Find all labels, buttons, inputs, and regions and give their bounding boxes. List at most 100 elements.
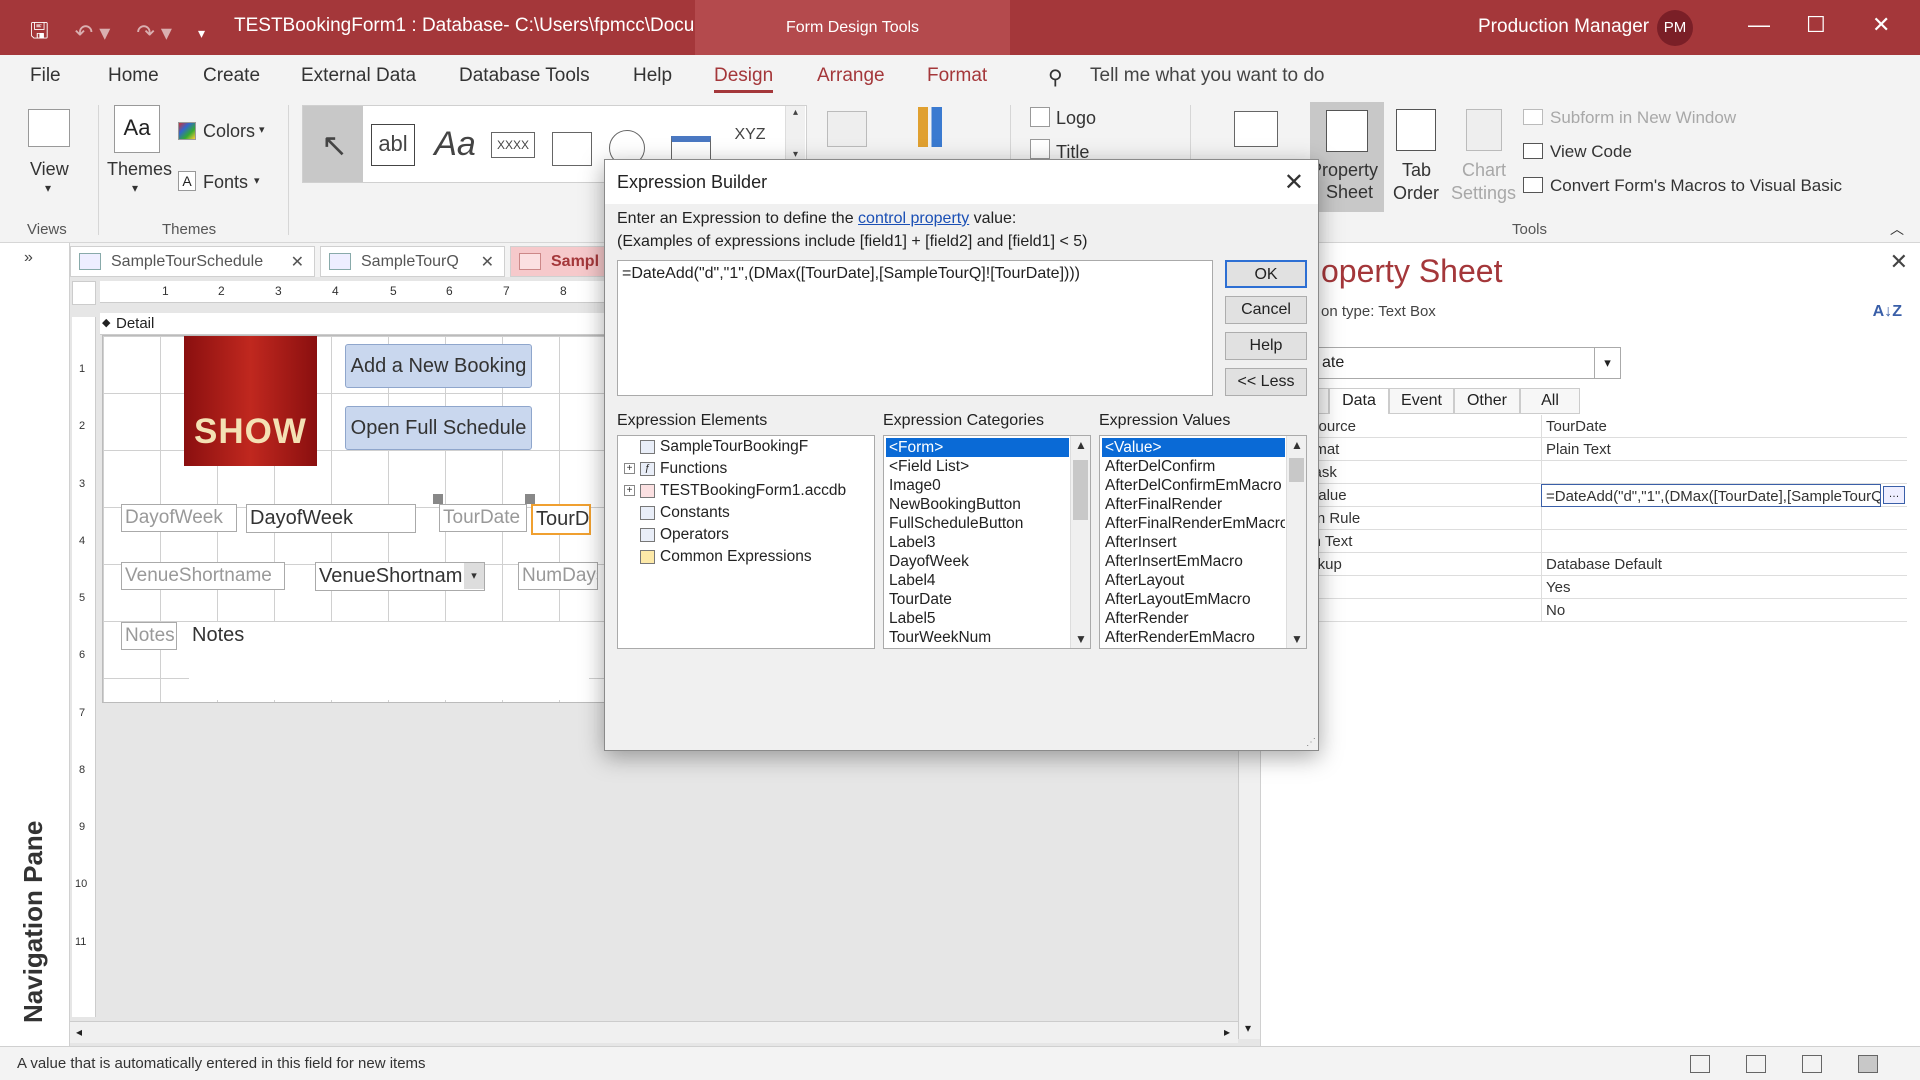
doc-tab-sampletourbooking[interactable]: Sampl	[510, 246, 610, 277]
expand-icon[interactable]: +	[624, 485, 635, 496]
help-button[interactable]: Help	[1225, 332, 1307, 360]
property-row[interactable]: Mask	[1301, 461, 1907, 484]
undo-icon[interactable]: ↶ ▾	[75, 20, 111, 46]
sort-icon[interactable]: A↓Z	[1873, 303, 1902, 321]
tab-order-label-2[interactable]: Order	[1393, 183, 1439, 204]
selection-handle[interactable]	[433, 494, 443, 504]
list-item[interactable]: Label5	[886, 609, 1069, 628]
fonts-button[interactable]: Fonts	[203, 172, 248, 193]
tab-help[interactable]: Help	[633, 65, 672, 87]
tree-item[interactable]: Common Expressions	[618, 546, 874, 568]
list-scrollbar[interactable]: ▲ ▼	[1286, 436, 1306, 648]
expression-input[interactable]: =DateAdd("d","1",(DMax([TourDate],[Sampl…	[617, 260, 1213, 396]
tab-home[interactable]: Home	[108, 65, 159, 87]
venueshortname-combo[interactable]: VenueShortnam ▾	[315, 562, 485, 591]
insert-image-icon[interactable]	[827, 111, 867, 147]
close-icon[interactable]: ✕	[291, 252, 304, 272]
property-value[interactable]: TourDate	[1541, 415, 1907, 438]
property-row-default-value[interactable]: t Value =DateAdd("d","1",(DMax([TourDate]…	[1301, 484, 1907, 507]
expression-elements-tree[interactable]: SampleTourBookingF + ƒ Functions + TESTBook…	[617, 435, 875, 649]
property-row[interactable]: ormat Plain Text	[1301, 438, 1907, 461]
property-value[interactable]: Database Default	[1541, 553, 1907, 576]
property-row[interactable]: ion Text	[1301, 530, 1907, 553]
datasheet-view-icon[interactable]	[1746, 1055, 1766, 1073]
control-property-link[interactable]: control property	[858, 210, 969, 227]
tab-file[interactable]: File	[30, 65, 61, 87]
chevron-down-icon[interactable]: ▾	[254, 174, 260, 187]
cancel-button[interactable]: Cancel	[1225, 296, 1307, 324]
redo-icon[interactable]: ↷ ▾	[136, 20, 172, 46]
list-item[interactable]: NewBookingButton	[886, 495, 1069, 514]
themes-button[interactable]: Themes	[107, 159, 172, 180]
list-item[interactable]: AfterInsert	[1102, 533, 1285, 552]
ok-button[interactable]: OK	[1225, 260, 1307, 288]
minimize-button[interactable]: —	[1748, 12, 1770, 38]
label-control-icon[interactable]: Aa	[430, 124, 480, 166]
tree-item[interactable]: Operators	[618, 524, 874, 546]
chevron-down-icon[interactable]: ▼	[1291, 632, 1303, 646]
list-item[interactable]: AfterRenderEmMacro	[1102, 628, 1285, 647]
tab-arrange[interactable]: Arrange	[817, 65, 885, 87]
property-value[interactable]	[1541, 507, 1907, 530]
scroll-thumb[interactable]	[1073, 460, 1088, 520]
chevron-down-icon[interactable]: ▾	[259, 123, 265, 136]
tab-database-tools[interactable]: Database Tools	[459, 65, 590, 87]
list-item[interactable]: Label4	[886, 571, 1069, 590]
tab-order-button[interactable]: Tab	[1402, 160, 1431, 181]
tab-external-data[interactable]: External Data	[301, 65, 416, 87]
chart-settings-button[interactable]: Chart	[1462, 160, 1506, 181]
list-item[interactable]: AfterInsertEmMacro	[1102, 552, 1285, 571]
less-button[interactable]: << Less	[1225, 368, 1307, 396]
close-button[interactable]: ✕	[1872, 12, 1890, 38]
chevron-down-icon[interactable]: ▾	[132, 181, 138, 195]
chevron-up-icon[interactable]: ▲	[1075, 438, 1087, 452]
list-item[interactable]: FullScheduleButton	[886, 514, 1069, 533]
expand-icon[interactable]: +	[624, 463, 635, 474]
view-code-button[interactable]: View Code	[1550, 142, 1632, 162]
list-scrollbar[interactable]: ▲ ▼	[1070, 436, 1090, 648]
property-value[interactable]: =DateAdd("d","1",(DMax([TourDate],[Sampl…	[1541, 484, 1881, 507]
chevron-down-icon[interactable]: ▾	[45, 181, 51, 195]
tab-data[interactable]: Data	[1329, 388, 1389, 414]
chart-settings-label-2[interactable]: Settings	[1451, 183, 1516, 204]
add-existing-fields-icon[interactable]	[1234, 111, 1278, 147]
expression-categories-list[interactable]: <Form> <Field List> Image0 NewBookingBut…	[883, 435, 1091, 649]
notes-textbox[interactable]: Notes	[189, 622, 589, 700]
tourdate-label[interactable]: TourDate	[439, 504, 527, 532]
scroll-left-icon[interactable]: ◂	[76, 1025, 82, 1039]
tab-event[interactable]: Event	[1389, 388, 1454, 414]
builder-button[interactable]: …	[1883, 486, 1905, 504]
close-icon[interactable]: ✕	[481, 252, 494, 272]
tree-item[interactable]: Constants	[618, 502, 874, 524]
property-value[interactable]	[1541, 530, 1907, 553]
resize-grip-icon[interactable]: ⋰	[1306, 737, 1316, 748]
colors-button[interactable]: Colors	[203, 121, 255, 142]
list-item[interactable]: <Value>	[1102, 438, 1285, 457]
list-item[interactable]: Image0	[886, 476, 1069, 495]
navigation-pane-label[interactable]: Navigation Pane	[18, 763, 49, 1023]
tree-item[interactable]: + ƒ Functions	[618, 458, 874, 480]
tab-format[interactable]: Format	[927, 65, 987, 87]
avatar[interactable]: PM	[1657, 10, 1693, 46]
property-row[interactable]: dYes	[1301, 576, 1907, 599]
list-item[interactable]: TourWeekNum	[886, 628, 1069, 647]
user-name[interactable]: Production Manager	[1478, 16, 1649, 38]
property-sheet-button[interactable]: Property Sheet	[1310, 102, 1384, 212]
close-icon[interactable]: ✕	[1890, 249, 1908, 275]
numdays-label[interactable]: NumDays	[518, 562, 598, 590]
layout-view-icon[interactable]	[1802, 1055, 1822, 1073]
property-row[interactable]: l Source TourDate	[1301, 415, 1907, 438]
expression-values-list[interactable]: <Value> AfterDelConfirm AfterDelConfirmE…	[1099, 435, 1307, 649]
doc-tab-sampletourq[interactable]: SampleTourQ ✕	[320, 246, 505, 277]
property-row[interactable]: ookup Database Default	[1301, 553, 1907, 576]
property-value[interactable]	[1541, 461, 1907, 484]
convert-macros-button[interactable]: Convert Form's Macros to Visual Basic	[1550, 176, 1842, 196]
show-image[interactable]: SHOW	[184, 336, 317, 466]
save-icon[interactable]: 🖫	[30, 14, 49, 52]
scroll-right-icon[interactable]: ▸	[1224, 1025, 1230, 1039]
select-pointer-icon[interactable]: ↖	[303, 106, 363, 182]
property-value[interactable]: Yes	[1541, 576, 1907, 599]
horizontal-scrollbar[interactable]: ◂ ▸	[70, 1021, 1238, 1043]
chevron-down-icon[interactable]: ▾	[464, 563, 484, 589]
list-item[interactable]: AfterLayoutEmMacro	[1102, 590, 1285, 609]
